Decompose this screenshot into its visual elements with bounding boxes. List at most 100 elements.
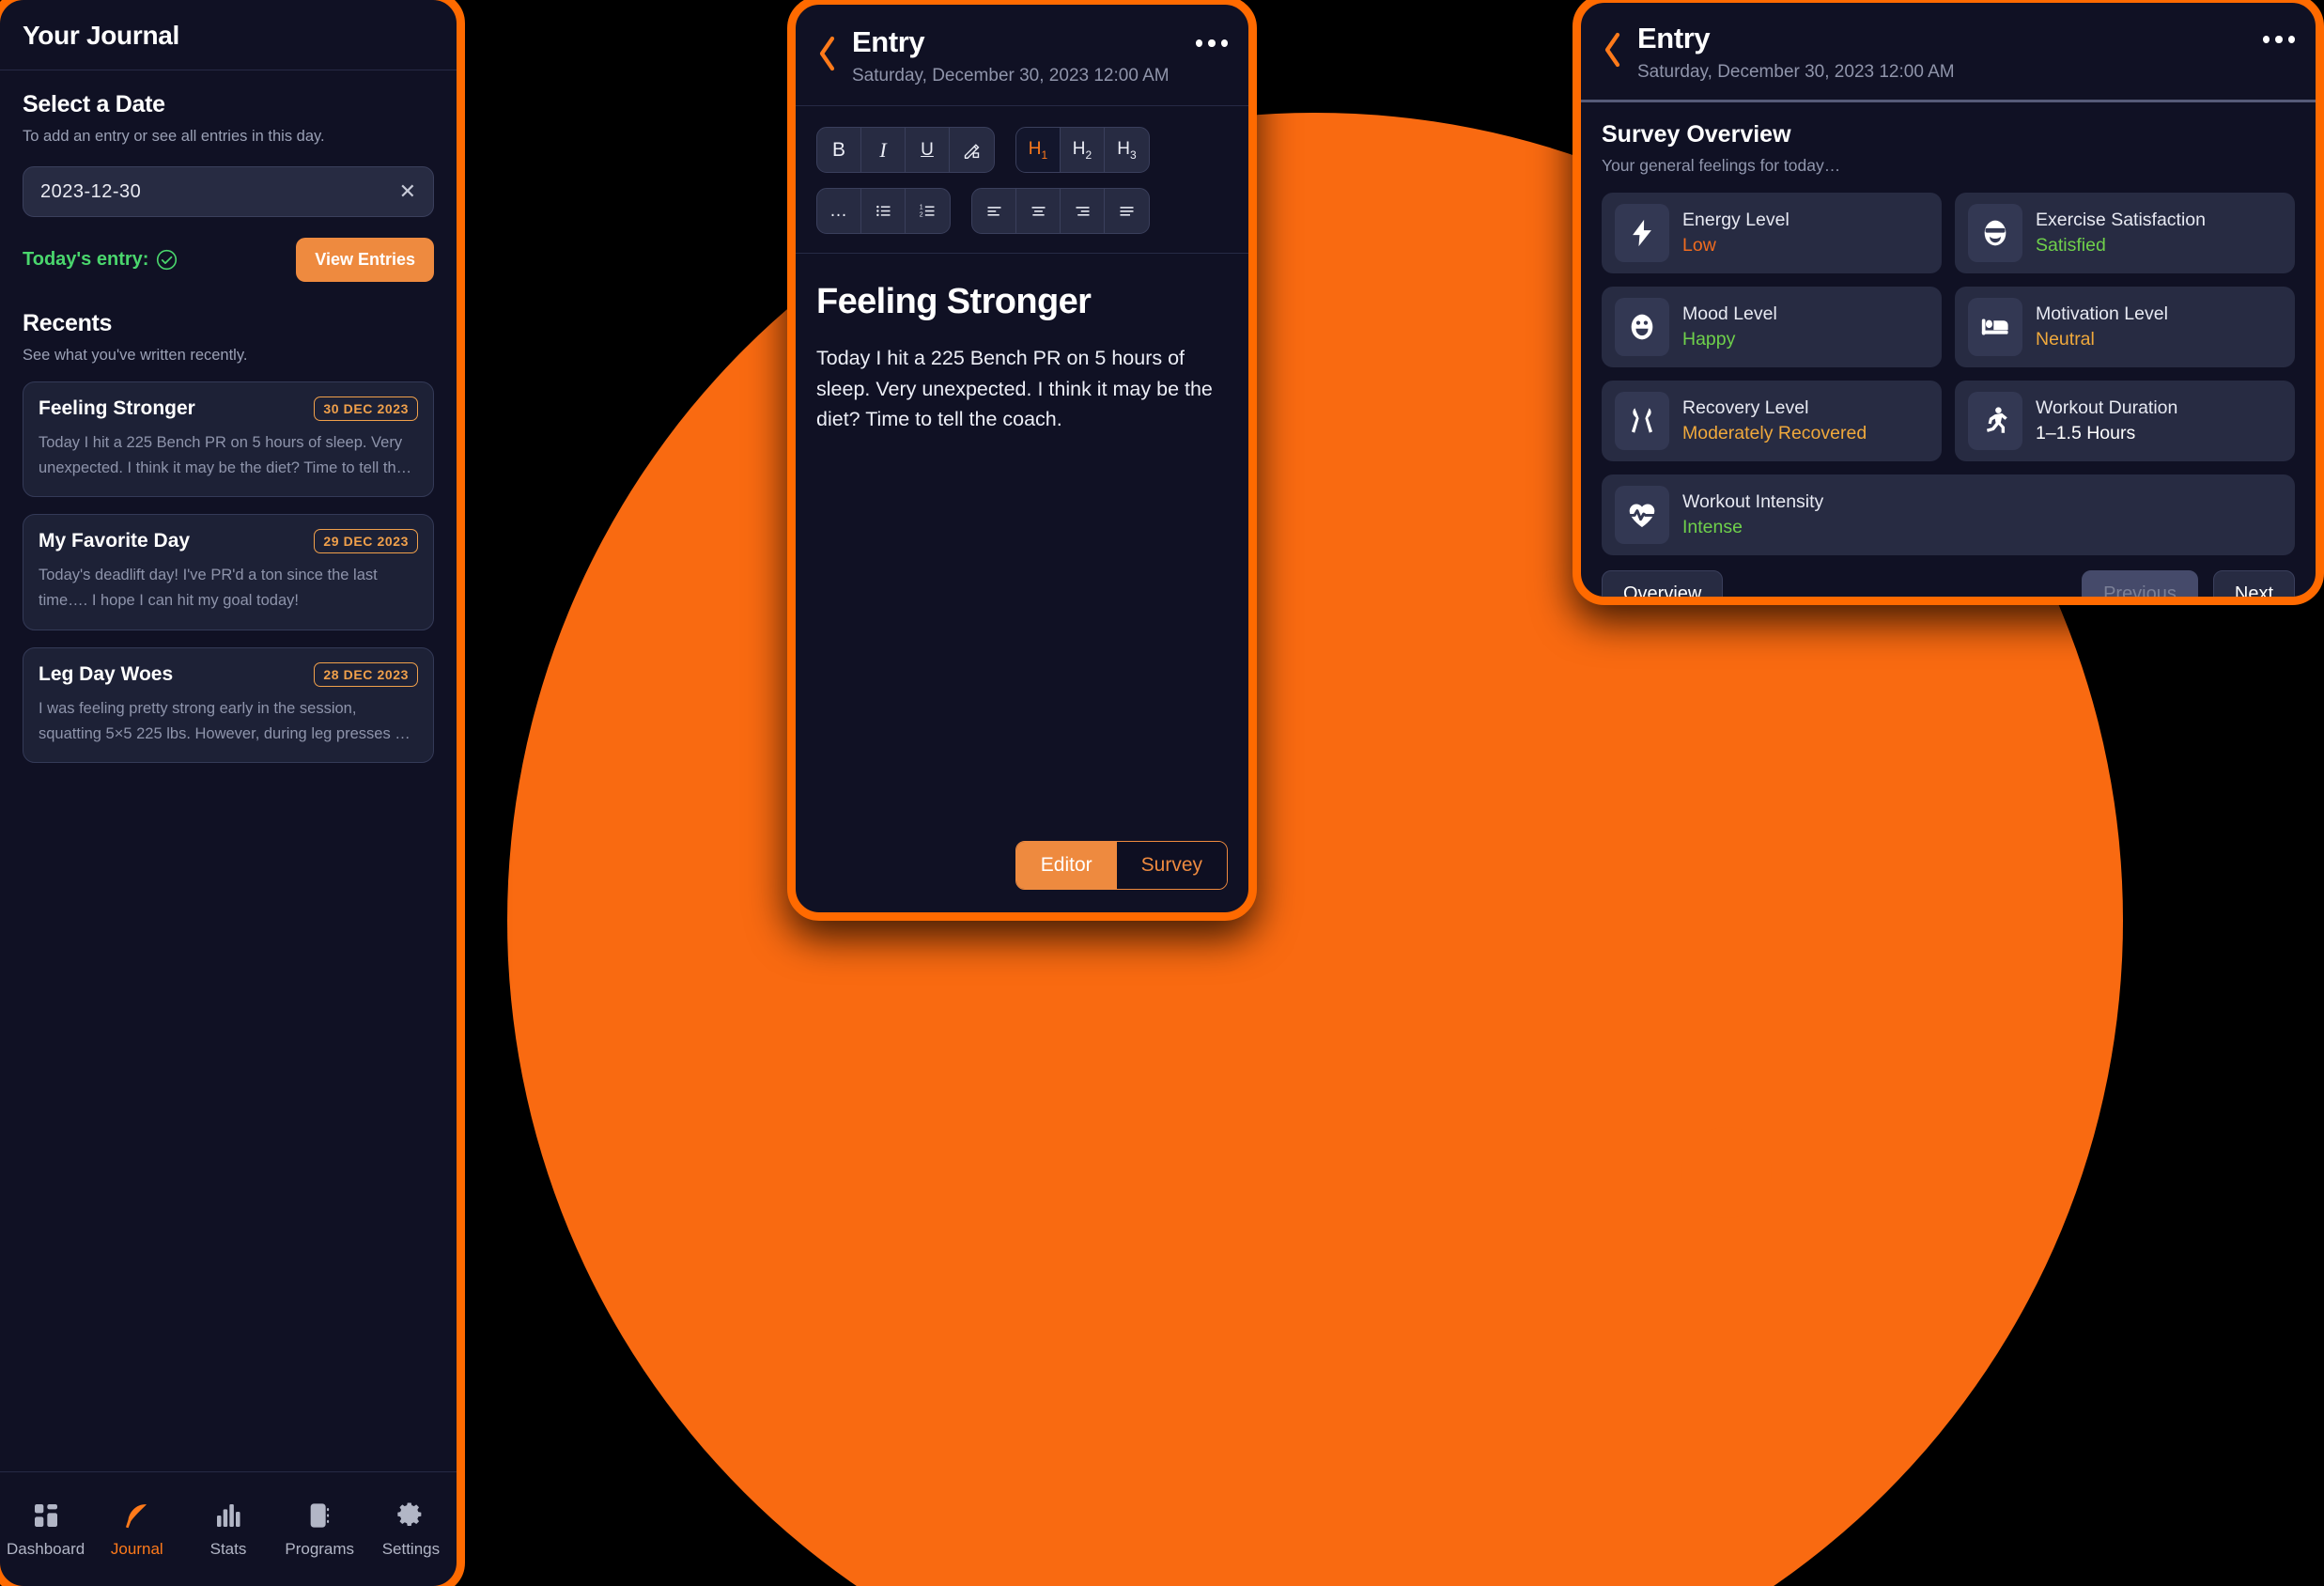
survey-body: Survey Overview Your general feelings fo…	[1581, 102, 2316, 555]
document-body[interactable]: Feeling Stronger Today I hit a 225 Bench…	[796, 254, 1248, 841]
sidebar-item-label: Dashboard	[7, 1539, 85, 1558]
today-entry-label: Today's entry:	[23, 249, 149, 270]
recents-section: Recents See what you've written recently…	[23, 310, 434, 764]
align-justify-button[interactable]	[1105, 189, 1149, 233]
survey-card-grid: Energy Level Low Exercise Satisfaction S…	[1602, 193, 2295, 555]
bar-chart-icon	[217, 1503, 240, 1527]
bed-icon	[1968, 298, 2022, 356]
survey-card-label: Mood Level	[1682, 303, 1777, 324]
background-circle-small	[1681, 1127, 1772, 1218]
survey-card-label: Motivation Level	[2036, 303, 2168, 324]
previous-button[interactable]: Previous	[2082, 570, 2198, 597]
entry-title: My Favorite Day	[39, 530, 191, 552]
next-button[interactable]: Next	[2212, 570, 2295, 597]
list-item[interactable]: My Favorite Day 29 DEC 2023 Today's dead…	[23, 514, 434, 630]
svg-text:1: 1	[920, 204, 923, 210]
today-entry-status: Today's entry:	[23, 249, 178, 271]
bullet-list-button[interactable]	[861, 189, 906, 233]
entry-snippet: Today's deadlift day! I've PR'd a ton si…	[39, 567, 378, 610]
bottom-tab-bar: Dashboard Journal Stats Programs Setting…	[0, 1471, 457, 1586]
align-right-button[interactable]	[1061, 189, 1105, 233]
date-input[interactable]: 2023-12-30 ✕	[23, 166, 434, 217]
overview-button[interactable]: Overview	[1602, 570, 1724, 597]
survey-card-value: Moderately Recovered	[1682, 423, 1867, 443]
survey-card-mood-level[interactable]: Mood Level Happy	[1602, 287, 1942, 367]
recents-heading: Recents	[23, 310, 113, 336]
more-options-button[interactable]: …	[817, 189, 861, 233]
sidebar-item-label: Programs	[285, 1539, 355, 1558]
cool-face-icon	[1968, 204, 2022, 262]
heart-pulse-icon	[1615, 486, 1669, 544]
chevron-left-icon[interactable]	[816, 35, 839, 72]
entry-editor-panel: Entry Saturday, December 30, 2023 12:00 …	[787, 0, 1257, 921]
mode-toggle: Editor Survey	[1015, 841, 1228, 890]
journal-panel: Your Journal Select a Date To add an ent…	[0, 0, 465, 1586]
more-horizontal-icon[interactable]	[2263, 35, 2295, 44]
page-title: Entry	[1637, 22, 1711, 54]
list-group: … 1 2	[816, 188, 951, 234]
close-icon[interactable]: ✕	[399, 181, 416, 202]
survey-card-exercise-satisfaction[interactable]: Exercise Satisfaction Satisfied	[1955, 193, 2295, 273]
italic-button[interactable]: I	[861, 128, 906, 172]
sidebar-item-programs[interactable]: Programs	[274, 1500, 365, 1559]
journal-header: Your Journal	[0, 0, 457, 70]
survey-card-energy-level[interactable]: Energy Level Low	[1602, 193, 1942, 273]
list-item[interactable]: Feeling Stronger 30 DEC 2023 Today I hit…	[23, 381, 434, 498]
more-horizontal-icon[interactable]	[1196, 39, 1228, 48]
document-paragraph: Today I hit a 225 Bench PR on 5 hours of…	[816, 347, 1213, 431]
align-center-icon	[1031, 207, 1045, 216]
sidebar-item-journal[interactable]: Journal	[91, 1500, 182, 1559]
heading-1-label: H1	[1028, 138, 1048, 162]
underline-glyph: U	[921, 139, 934, 160]
align-justify-icon	[1120, 207, 1134, 216]
survey-footer: Overview Previous Next	[1581, 555, 2316, 597]
survey-card-workout-duration[interactable]: Workout Duration 1–1.5 Hours	[1955, 381, 2295, 461]
date-input-value[interactable]: 2023-12-30	[40, 181, 141, 203]
survey-card-workout-intensity[interactable]: Workout Intensity Intense	[1602, 474, 2295, 555]
list-item[interactable]: Leg Day Woes 28 DEC 2023 I was feeling p…	[23, 646, 434, 764]
heading-1-button[interactable]: H1	[1016, 128, 1061, 172]
align-left-icon	[987, 207, 1000, 216]
numbered-list-button[interactable]: 1 2	[906, 189, 950, 233]
sidebar-item-label: Stats	[209, 1539, 247, 1558]
survey-card-motivation-level[interactable]: Motivation Level Neutral	[1955, 287, 2295, 367]
utensils-icon	[1615, 392, 1669, 450]
heading-group: H1 H2 H3	[1015, 127, 1150, 173]
heading-3-button[interactable]: H3	[1105, 128, 1149, 172]
book-icon	[310, 1502, 330, 1528]
survey-card-text: Mood Level Happy	[1682, 303, 1777, 350]
toolbar-row-1: B I U H1 H2 H3	[816, 127, 1228, 173]
text-style-group: B I U	[816, 127, 995, 173]
sidebar-item-settings[interactable]: Settings	[365, 1500, 457, 1559]
alignment-group	[971, 188, 1150, 234]
align-right-icon	[1076, 207, 1089, 216]
align-left-button[interactable]	[972, 189, 1016, 233]
mode-toggle-wrapper: Editor Survey	[796, 841, 1248, 912]
bullet-list-icon	[875, 205, 890, 217]
chevron-left-icon[interactable]	[1602, 31, 1624, 69]
recents-subtitle: See what you've written recently.	[23, 347, 248, 364]
align-center-button[interactable]	[1016, 189, 1061, 233]
survey-overview-heading: Survey Overview	[1602, 121, 1791, 148]
view-entries-button[interactable]: View Entries	[296, 238, 434, 282]
sidebar-item-stats[interactable]: Stats	[182, 1500, 273, 1559]
bold-button[interactable]: B	[817, 128, 861, 172]
sidebar-item-dashboard[interactable]: Dashboard	[0, 1500, 91, 1559]
tab-editor[interactable]: Editor	[1015, 842, 1117, 889]
sidebar-item-label: Journal	[110, 1539, 163, 1558]
toolbar-row-2: … 1 2	[816, 188, 1228, 234]
entry-card-header: Feeling Stronger 30 DEC 2023	[39, 396, 418, 421]
today-entry-row: Today's entry: View Entries	[23, 238, 434, 282]
survey-card-text: Recovery Level Moderately Recovered	[1682, 397, 1867, 444]
survey-card-label: Recovery Level	[1682, 397, 1809, 418]
survey-header-text: Entry Saturday, December 30, 2023 12:00 …	[1637, 22, 2250, 83]
heading-2-button[interactable]: H2	[1061, 128, 1105, 172]
highlight-button[interactable]	[950, 128, 994, 172]
tab-survey[interactable]: Survey	[1116, 842, 1227, 889]
underline-button[interactable]: U	[906, 128, 950, 172]
survey-card-value: Satisfied	[2036, 235, 2106, 256]
survey-card-recovery-level[interactable]: Recovery Level Moderately Recovered	[1602, 381, 1942, 461]
running-icon	[1968, 392, 2022, 450]
survey-card-text: Exercise Satisfaction Satisfied	[2036, 210, 2206, 257]
bold-glyph: B	[831, 138, 845, 161]
